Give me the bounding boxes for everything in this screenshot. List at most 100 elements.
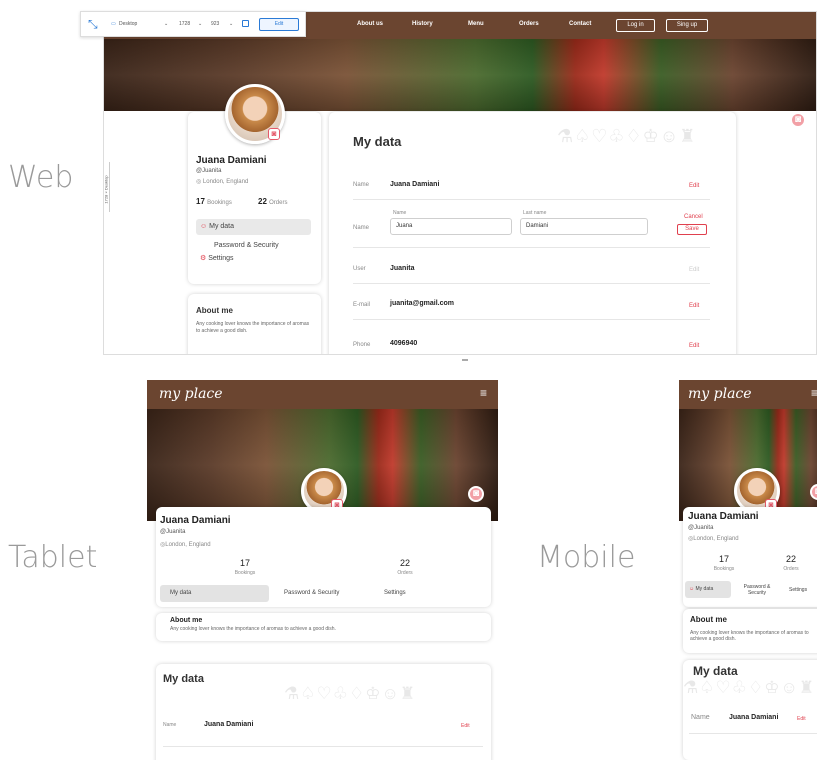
row-name-edit: Name Last name Name Juana Damiani Cancel…: [353, 208, 710, 248]
mobile-profile-card: Juana Damiani @Juanita ◎London, England …: [683, 507, 817, 607]
frame-tool-icon[interactable]: ⤡: [88, 17, 98, 32]
device-chevron-icon[interactable]: ⌄: [164, 21, 168, 27]
menu-settings-label: Settings: [208, 255, 234, 262]
profile-location: ◎ London, England: [196, 178, 248, 185]
tablet-cover-camera-icon[interactable]: ◙: [468, 486, 484, 502]
gear-icon: ⚙: [200, 255, 207, 262]
tablet-about-title: About me: [170, 617, 203, 624]
tablet-profile-card: Juana Damiani @Juanita ◎London, England …: [156, 507, 491, 607]
tablet-decorative-icons: ⚗♤♡♧♢♔☺♜: [284, 684, 417, 703]
resize-handle[interactable]: [462, 359, 468, 361]
height-chevron-icon[interactable]: ⌄: [229, 21, 233, 27]
about-title: About me: [196, 306, 233, 315]
height-input[interactable]: 923: [211, 21, 219, 27]
tablet-about-card: About me Any cooking lover knows the imp…: [156, 613, 491, 641]
device-select[interactable]: Desktop: [119, 21, 137, 27]
web-frame: About us History Menu Orders Contact Log…: [103, 11, 817, 355]
web-cover-image: [104, 39, 816, 111]
menu-settings[interactable]: ⚙ Settings: [200, 254, 234, 262]
mobile-user-icon: ☺: [689, 586, 695, 592]
email-edit-link[interactable]: Edit: [689, 303, 699, 309]
cancel-link[interactable]: Cancel: [684, 214, 703, 220]
tablet-name-value: Juana Damiani: [204, 721, 254, 728]
name-value: Juana Damiani: [390, 181, 440, 188]
tablet-profile-name: Juana Damiani: [160, 515, 231, 526]
mobile-decorative-icons: ⚗♤♡♧♢♔☺♜: [683, 678, 816, 697]
bookings-stat: 17 Bookings: [196, 197, 232, 206]
mobile-mydata-card: My data ⚗♤♡♧♢♔☺♜ Name Juana Damiani Edit: [683, 660, 817, 760]
avatar-camera-icon[interactable]: ◙: [268, 128, 280, 140]
mobile-orders-label: Orders: [783, 566, 799, 572]
last-name-label: Last name: [523, 210, 547, 216]
mobile-bookings-count: 17: [718, 554, 729, 564]
mobile-hamburger-icon[interactable]: ≡: [811, 386, 817, 400]
tablet-about-text: Any cooking lover knows the importance o…: [170, 626, 336, 632]
save-button[interactable]: Save: [677, 224, 707, 235]
profile-username: @Juanita: [196, 168, 222, 174]
signup-button[interactable]: Sing up: [666, 19, 708, 32]
tablet-label: Tablet: [8, 540, 98, 575]
mobile-about-card: About me Any cooking lover knows the imp…: [683, 609, 817, 653]
name-edit-row-label: Name: [353, 225, 370, 231]
mobile-navbar: my place ≡: [679, 380, 817, 409]
row-user: User Juanita Edit: [353, 254, 710, 284]
mobile-location-text: London, England: [693, 536, 739, 542]
orders-count: 22: [258, 197, 267, 206]
email-value: juanita@gmail.com: [390, 300, 455, 307]
design-toolbar: ⤡ ▭ Desktop ⌄ 1728 ⌄ 923 ⌄ Edit: [80, 11, 306, 37]
mobile-name-value: Juana Damiani: [729, 714, 779, 721]
nav-contact[interactable]: Contact: [569, 21, 591, 27]
phone-label: Phone: [353, 342, 371, 348]
tablet-name-label: Name: [163, 722, 177, 728]
user-edit-link: Edit: [689, 267, 700, 273]
mobile-frame: my place ≡ ◙ ◙ Juana Damiani @Juanita ◎L…: [679, 380, 817, 760]
tablet-tab-settings[interactable]: Settings: [384, 590, 406, 596]
mobile-tab-settings[interactable]: Settings: [789, 587, 807, 593]
nav-history[interactable]: History: [412, 21, 433, 27]
tablet-tab-mydata[interactable]: My data: [160, 585, 269, 602]
mobile-tab-password[interactable]: Password & Security: [741, 584, 773, 596]
width-chevron-icon[interactable]: ⌄: [198, 21, 202, 27]
rotate-icon[interactable]: [242, 20, 249, 27]
tablet-orders-count: 22: [399, 558, 410, 568]
mydata-card: My data ⚗♤♡♧♢♔☺♜ Name Juana Damiani Edit…: [329, 112, 736, 354]
mobile-brand-logo[interactable]: my place: [688, 386, 752, 402]
first-name-input[interactable]: Juana: [390, 218, 512, 235]
tablet-tab-password[interactable]: Password & Security: [284, 590, 339, 596]
orders-stat: 22 Orders: [258, 197, 287, 206]
decorative-icons: ⚗♤♡♧♢♔☺♜: [557, 126, 697, 146]
mobile-profile-name: Juana Damiani: [688, 511, 759, 522]
menu-password[interactable]: Password & Security: [214, 242, 279, 249]
mobile-username: @Juanita: [688, 525, 714, 531]
tablet-name-edit-link[interactable]: Edit: [461, 723, 470, 729]
mobile-about-title: About me: [690, 615, 727, 624]
phone-edit-link[interactable]: Edit: [689, 343, 699, 349]
nav-menu[interactable]: Menu: [468, 21, 484, 27]
location-pin-icon: ◎: [196, 179, 203, 185]
login-button[interactable]: Log in: [616, 19, 655, 32]
last-name-input[interactable]: Damiani: [520, 218, 648, 235]
first-name-label: Name: [393, 210, 407, 216]
width-input[interactable]: 1728: [179, 21, 190, 27]
tablet-hamburger-icon[interactable]: ≡: [480, 386, 487, 400]
mobile-tab-mydata-label: My data: [695, 586, 714, 592]
email-label: E-mail: [353, 302, 371, 308]
tablet-mydata-card: My data ⚗♤♡♧♢♔☺♜ Name Juana Damiani Edit: [156, 664, 491, 760]
mobile-label: Mobile: [537, 540, 636, 575]
nav-about[interactable]: About us: [357, 21, 383, 27]
cover-camera-icon[interactable]: ◙: [790, 112, 806, 128]
menu-mydata[interactable]: ☺ My data: [196, 219, 311, 235]
phone-value: 4096940: [390, 340, 418, 347]
name-edit-link[interactable]: Edit: [689, 183, 699, 189]
tablet-brand-logo[interactable]: my place: [159, 386, 223, 402]
name-label: Name: [353, 182, 370, 188]
device-icon: ▭: [111, 21, 116, 27]
mobile-tab-mydata[interactable]: ☺ My data: [685, 581, 731, 598]
mobile-orders-count: 22: [785, 554, 796, 564]
tablet-location-text: London, England: [165, 542, 211, 548]
mobile-name-edit-link[interactable]: Edit: [797, 716, 806, 722]
nav-orders[interactable]: Orders: [519, 21, 539, 27]
web-side-label: 1728 × Desktop: [103, 175, 109, 204]
web-label: Web: [8, 160, 74, 195]
toolbar-edit-button[interactable]: Edit: [259, 18, 299, 31]
